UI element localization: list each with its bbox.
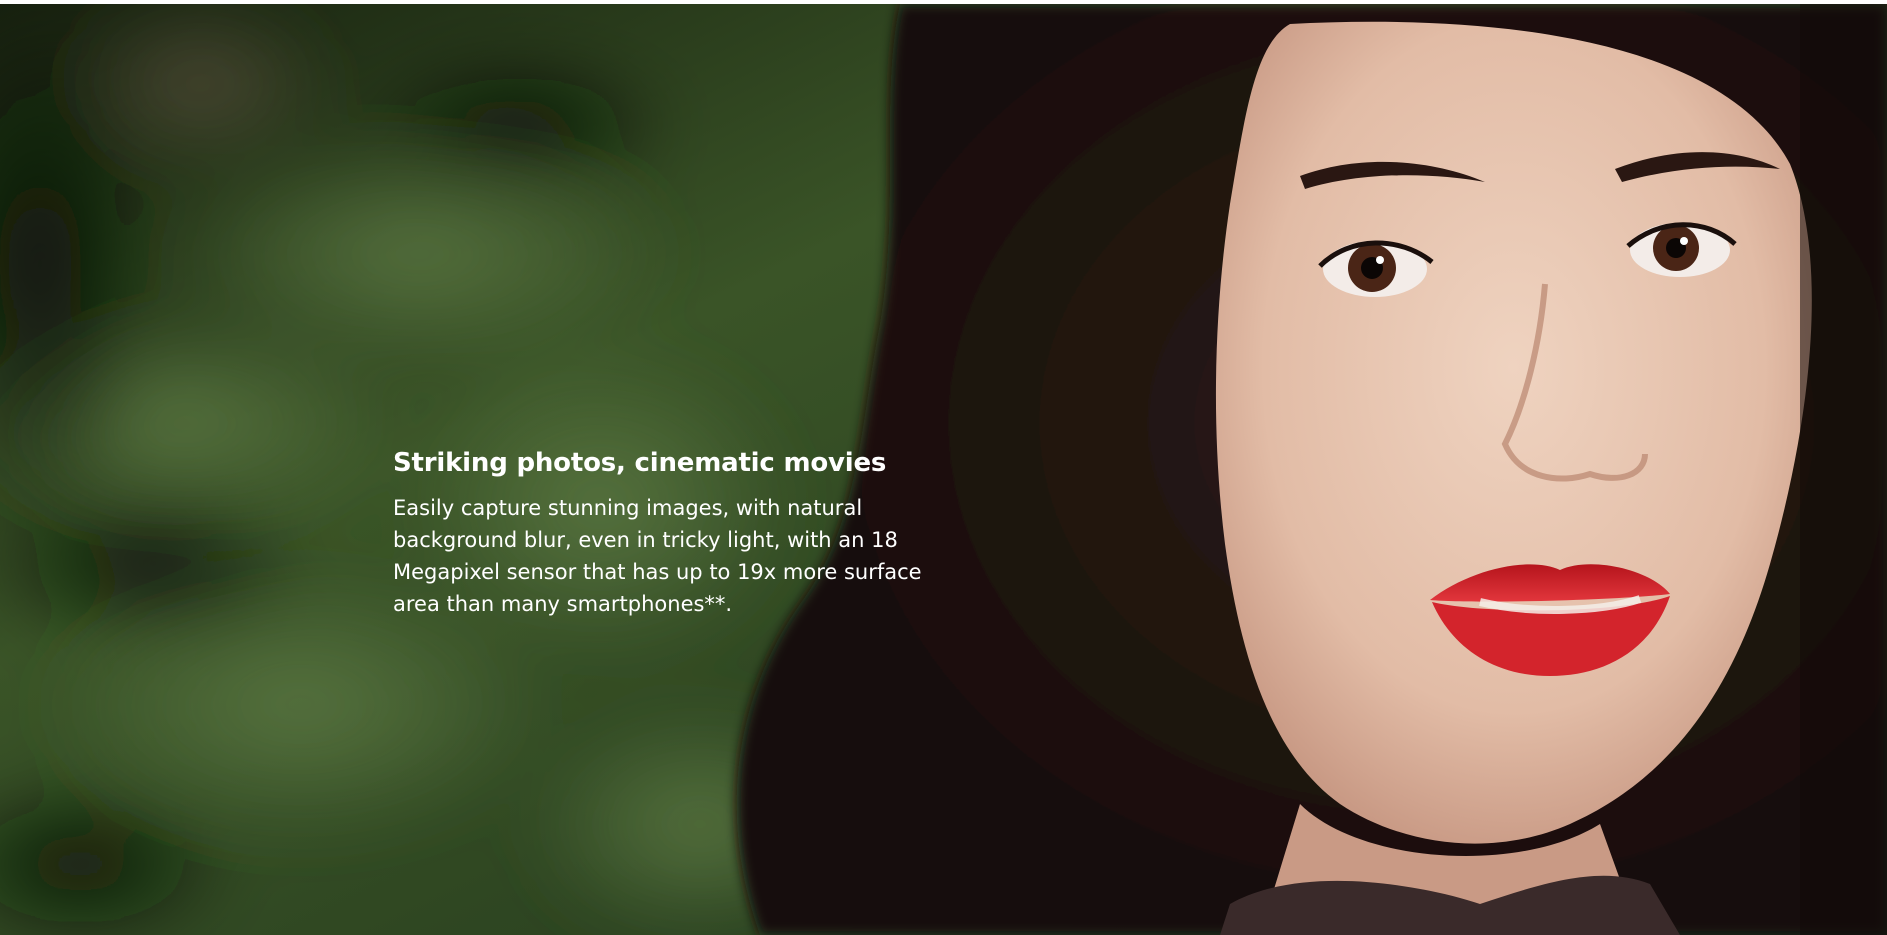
portrait-photo	[0, 4, 1887, 935]
feature-copy: Striking photos, cinematic movies Easily…	[393, 444, 933, 620]
hero-banner: Striking photos, cinematic movies Easily…	[0, 4, 1887, 935]
feature-description: Easily capture stunning images, with nat…	[393, 496, 922, 616]
feature-headline: Striking photos, cinematic movies	[393, 448, 887, 478]
